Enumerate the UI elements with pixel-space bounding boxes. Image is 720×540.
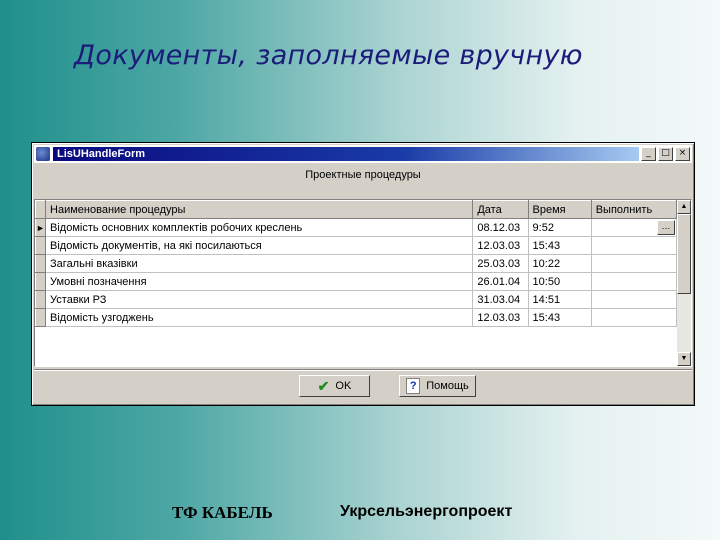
button-bar: ✔ OK ? Помощь (34, 369, 692, 402)
cell-execute[interactable]: … (591, 218, 678, 237)
cell-date[interactable]: 26.01.04 (472, 272, 529, 291)
cell-time[interactable]: 10:50 (528, 272, 592, 291)
cell-time[interactable]: 15:43 (528, 236, 592, 255)
cell-date[interactable]: 08.12.03 (472, 218, 529, 237)
cell-execute[interactable] (591, 272, 678, 291)
cell-execute[interactable] (591, 308, 678, 327)
scroll-thumb[interactable] (677, 214, 691, 294)
question-icon: ? (406, 378, 421, 394)
check-icon: ✔ (317, 377, 330, 394)
window-title: LisUHandleForm (53, 147, 639, 161)
footer-left-label: ТФ КАБЕЛЬ (172, 503, 273, 522)
table-row[interactable]: Уставки РЗ 31.03.04 14:51 (34, 290, 678, 309)
ok-button-label: OK (335, 380, 352, 392)
help-button-label: Помощь (426, 380, 469, 392)
dialog-caption: Проектные процедуры (305, 169, 421, 181)
column-header-date[interactable]: Дата (472, 200, 529, 219)
row-indicator (34, 290, 47, 309)
scroll-up-icon[interactable]: ▲ (677, 200, 691, 214)
cell-execute[interactable] (591, 236, 678, 255)
row-indicator (34, 272, 47, 291)
table-row[interactable]: Відомість документів, на які посилаються… (34, 236, 678, 255)
cell-date[interactable]: 25.03.03 (472, 254, 529, 273)
vertical-scrollbar[interactable]: ▲ ▼ (677, 200, 691, 366)
ellipsis-button[interactable]: … (657, 220, 675, 235)
cell-time[interactable]: 14:51 (528, 290, 592, 309)
cell-name[interactable]: Відомість узгоджень (45, 308, 474, 327)
close-button[interactable]: × (675, 147, 690, 161)
ok-button[interactable]: ✔ OK (299, 375, 370, 397)
row-indicator: ► (34, 218, 47, 237)
table-row[interactable]: Загальні вказівки 25.03.03 10:22 (34, 254, 678, 273)
slide-title: Документы, заполняемые вручную (74, 40, 583, 71)
cell-name[interactable]: Умовні позначення (45, 272, 474, 291)
cell-date[interactable]: 31.03.04 (472, 290, 529, 309)
table-row[interactable]: ► Відомість основних комплектів робочих … (34, 218, 678, 237)
indicator-header (34, 200, 47, 219)
column-header-time[interactable]: Время (527, 200, 592, 219)
column-header-execute[interactable]: Выполнить (590, 200, 678, 219)
cell-execute[interactable] (591, 254, 678, 273)
cell-date[interactable]: 12.03.03 (472, 308, 529, 327)
column-header-name[interactable]: Наименование процедуры (45, 200, 474, 219)
title-bar[interactable]: LisUHandleForm _ □ × (34, 145, 692, 163)
cell-name[interactable]: Відомість основних комплектів робочих кр… (45, 218, 474, 237)
table-row[interactable]: Відомість узгоджень 12.03.03 15:43 (34, 308, 678, 327)
table-row[interactable]: Умовні позначення 26.01.04 10:50 (34, 272, 678, 291)
cell-name[interactable]: Загальні вказівки (45, 254, 474, 273)
scroll-down-icon[interactable]: ▼ (677, 352, 691, 366)
procedures-grid[interactable]: Наименование процедуры Дата Время Выполн… (34, 199, 692, 367)
cell-time[interactable]: 15:43 (528, 308, 592, 327)
app-icon (36, 147, 50, 161)
row-indicator (34, 308, 47, 327)
help-button[interactable]: ? Помощь (399, 375, 476, 397)
minimize-button[interactable]: _ (641, 147, 656, 161)
maximize-button[interactable]: □ (658, 147, 673, 161)
row-indicator (34, 236, 47, 255)
footer-right-label: Укрсельэнергопроект (340, 503, 513, 520)
cell-name[interactable]: Уставки РЗ (45, 290, 474, 309)
cell-name[interactable]: Відомість документів, на які посилаються (45, 236, 474, 255)
cell-date[interactable]: 12.03.03 (472, 236, 529, 255)
cell-time[interactable]: 9:52 (528, 218, 592, 237)
row-indicator (34, 254, 47, 273)
cell-time[interactable]: 10:22 (528, 254, 592, 273)
cell-execute[interactable] (591, 290, 678, 309)
dialog-window: LisUHandleForm _ □ × Проектные процедуры… (31, 142, 695, 406)
table-header-row: Наименование процедуры Дата Время Выполн… (34, 200, 678, 219)
